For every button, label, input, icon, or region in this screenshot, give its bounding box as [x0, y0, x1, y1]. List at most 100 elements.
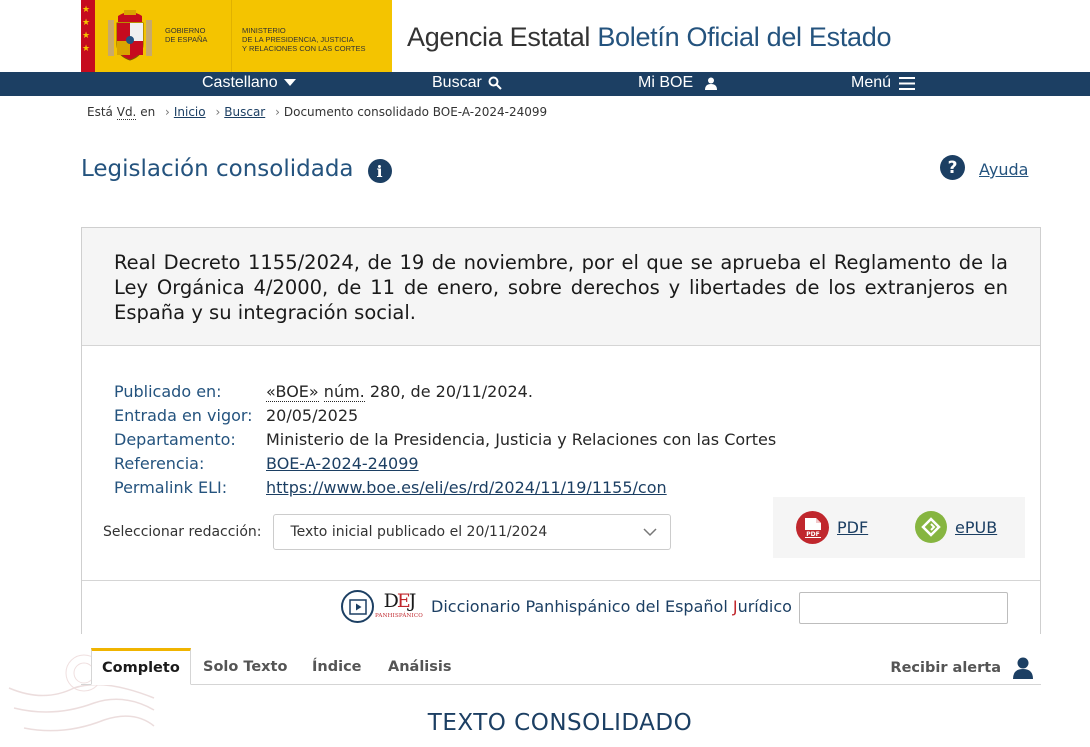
epub-link[interactable]: ePUB — [955, 518, 997, 537]
nav-search-label: Buscar — [432, 74, 482, 91]
tab-index[interactable]: Índice — [312, 659, 362, 675]
meta-label: Publicado en: — [114, 382, 222, 401]
num-abbr: núm. — [323, 382, 365, 402]
eli-permalink[interactable]: https://www.boe.es/eli/es/rd/2024/11/19/… — [266, 478, 667, 497]
hamburger-icon — [899, 76, 916, 90]
alert-subscribe[interactable]: Recibir alerta — [890, 657, 1033, 679]
page-title-text: Legislación consolidada — [81, 156, 354, 182]
meta-label: Permalink ELI: — [114, 478, 228, 497]
ministry-line-1: Ministerio — [242, 26, 286, 35]
document-tabs: Completo Solo Texto Índice Análisis Reci… — [81, 648, 1041, 685]
language-selector[interactable]: Castellano — [202, 74, 296, 92]
document-header: Real Decreto 1155/2024, de 19 de noviemb… — [82, 228, 1040, 346]
dictionary-label-b: urídico — [737, 597, 792, 616]
logo-letter-d: D — [383, 590, 399, 612]
meta-published: Publicado en: «BOE» núm. 280, de 20/11/2… — [114, 380, 776, 404]
logo-letter-e: E — [396, 590, 411, 612]
ministry-text: Ministerio de la Presidencia, Justicia y… — [242, 0, 366, 72]
logo-divider — [231, 0, 232, 72]
nav-my-boe-label: Mi BOE — [638, 74, 694, 91]
chevron-right-icon: › — [275, 105, 280, 119]
pdf-download[interactable]: PDF PDF — [796, 511, 868, 544]
dictionary-label-a: Diccionario Panhispánico del Español — [431, 597, 733, 616]
chevron-right-icon: › — [215, 105, 221, 119]
breadcrumb: Está Vd. en › Inicio › Buscar › Documento c… — [87, 105, 548, 120]
dictionary-bar: DEJ PANHISPÁNICO Diccionario Panhispánic… — [82, 580, 1040, 634]
search-icon — [488, 76, 502, 90]
document-card: Real Decreto 1155/2024, de 19 de noviemb… — [81, 227, 1041, 634]
reference-link[interactable]: BOE-A-2024-24099 — [266, 454, 419, 473]
document-metadata: Publicado en: «BOE» núm. 280, de 20/11/2… — [114, 380, 776, 500]
nav-search[interactable]: Buscar — [432, 74, 502, 92]
meta-value: «BOE» núm. 280, de 20/11/2024. — [266, 380, 533, 404]
dictionary-label: Diccionario Panhispánico del Español Jur… — [431, 597, 792, 616]
agency-prefix: Agencia Estatal — [407, 22, 591, 52]
info-icon[interactable]: i — [367, 159, 392, 183]
meta-department: Departamento: Ministerio de la Presidenc… — [114, 428, 776, 452]
gov-line-2: de España — [165, 35, 208, 44]
main-nav: Castellano Buscar Mi BOE Menú — [0, 72, 1090, 96]
meta-eli: Permalink ELI: https://www.boe.es/eli/es… — [114, 476, 776, 500]
meta-label: Departamento: — [114, 430, 236, 449]
dictionary-search-input[interactable] — [799, 592, 1008, 624]
coat-of-arms-icon — [95, 0, 165, 72]
breadcrumb-prefix-en: en — [140, 105, 156, 119]
logo-subtitle: PANHISPÁNICO — [375, 613, 423, 619]
tab-analysis[interactable]: Análisis — [388, 659, 452, 675]
version-selector-label: Seleccionar redacción: — [103, 524, 262, 540]
gobierno-text: Gobierno de España — [165, 0, 225, 72]
nav-my-boe[interactable]: Mi BOE — [638, 74, 718, 92]
breadcrumb-home-link[interactable]: Inicio — [174, 105, 206, 119]
help-link[interactable]: ? Ayuda — [940, 155, 1028, 180]
alert-label: Recibir alerta — [890, 660, 1001, 676]
agency-title-link[interactable]: Agencia Estatal Boletín Oficial del Esta… — [407, 22, 892, 53]
help-label[interactable]: Ayuda — [979, 160, 1028, 179]
version-select[interactable]: Texto inicial publicado el 20/11/2024 — [273, 514, 672, 550]
meta-value: 20/05/2025 — [266, 406, 359, 425]
government-logo[interactable]: ★ ★ ★ ★ Gobierno de España Ministerio — [81, 0, 392, 72]
page-title: Legislación consolidada i — [81, 155, 392, 183]
ministry-line-3: y Relaciones con las Cortes — [242, 44, 366, 53]
eu-stars-icon: ★ ★ ★ ★ — [82, 5, 91, 54]
breadcrumb-abbr: Vd. — [116, 105, 137, 120]
download-panel: PDF PDF ePUB — [773, 497, 1025, 558]
user-icon — [1013, 657, 1033, 679]
epub-download[interactable]: ePUB — [915, 511, 997, 543]
language-label: Castellano — [202, 74, 278, 91]
meta-label: Entrada en vigor: — [114, 406, 253, 425]
version-selector: Seleccionar redacción: Texto inicial pub… — [103, 514, 672, 550]
pdf-link[interactable]: PDF — [837, 518, 868, 537]
logo-letter-j: J — [408, 590, 417, 612]
nav-menu[interactable]: Menú — [851, 74, 916, 92]
dpej-logo: DEJ PANHISPÁNICO — [374, 589, 424, 625]
user-icon — [705, 77, 718, 90]
eu-flag-strip: ★ ★ ★ ★ — [81, 0, 95, 72]
meta-label: Referencia: — [114, 454, 205, 473]
caret-down-icon — [283, 79, 296, 86]
tab-complete[interactable]: Completo — [91, 648, 191, 685]
version-select-value: Texto inicial publicado el 20/11/2024 — [290, 524, 548, 540]
meta-value: Ministerio de la Presidencia, Justicia y… — [266, 430, 777, 449]
tab-text-only[interactable]: Solo Texto — [203, 659, 287, 675]
meta-in-force: Entrada en vigor: 20/05/2025 — [114, 404, 776, 428]
pdf-icon: PDF — [796, 511, 829, 544]
section-title: TEXTO CONSOLIDADO — [427, 710, 693, 736]
ministry-line-2: de la Presidencia, Justicia — [242, 35, 354, 44]
document-title: Real Decreto 1155/2024, de 19 de noviemb… — [114, 251, 1008, 324]
agency-name: Boletín Oficial del Estado — [597, 22, 892, 52]
video-play-icon[interactable] — [341, 590, 374, 623]
pdf-icon-text: PDF — [806, 531, 819, 538]
boe-abbr: «BOE» — [266, 382, 319, 402]
breadcrumb-prefix: Está — [87, 105, 113, 119]
chevron-down-icon — [643, 528, 658, 537]
gov-line-1: Gobierno — [165, 26, 206, 35]
meta-reference: Referencia: BOE-A-2024-24099 — [114, 452, 776, 476]
published-rest: 280, de 20/11/2024. — [364, 382, 533, 401]
question-icon: ? — [940, 155, 965, 180]
chevron-right-icon: › — [165, 105, 170, 119]
site-header: ★ ★ ★ ★ Gobierno de España Ministerio — [0, 0, 1090, 72]
breadcrumb-search-link[interactable]: Buscar — [224, 105, 265, 119]
nav-menu-label: Menú — [851, 74, 892, 91]
epub-icon — [915, 511, 947, 543]
breadcrumb-current: Documento consolidado BOE-A-2024-24099 — [283, 105, 548, 119]
